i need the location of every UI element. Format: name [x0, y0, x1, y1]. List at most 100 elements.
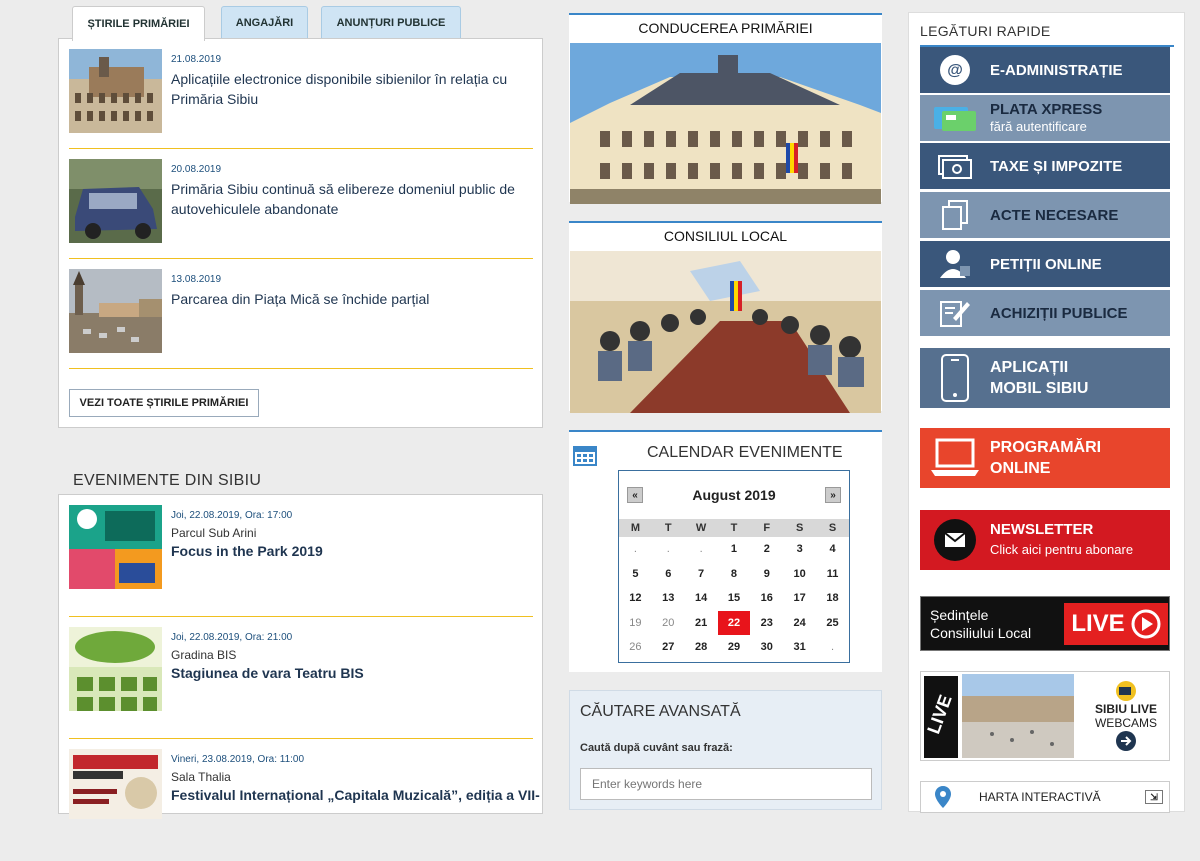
calendar-day[interactable]: 5 — [619, 562, 652, 587]
calendar-day[interactable]: 7 — [685, 562, 718, 587]
calendar-day[interactable]: 23 — [750, 611, 783, 636]
all-news-button[interactable]: VEZI TOATE ȘTIRILE PRIMĂRIEI — [69, 389, 259, 417]
news-box: 21.08.2019 Aplicațiile electronice dispo… — [58, 38, 543, 428]
play-icon — [1131, 609, 1161, 638]
quick-link-achizitii[interactable]: ACHIZIȚII PUBLICE — [920, 290, 1170, 336]
calendar-day[interactable]: 29 — [718, 635, 751, 660]
calendar-day[interactable]: 12 — [619, 586, 652, 611]
search-label: Caută după cuvânt sau frază: — [580, 742, 733, 754]
news-thumbnail[interactable] — [69, 269, 162, 353]
calendar-widget: « August 2019 » MTWTFSS ... 1 2 3 4 5 6 7 8 9 10 11… — [618, 470, 850, 663]
tab-anunturi-publice[interactable]: ANUNȚURI PUBLICE — [321, 6, 461, 39]
programari-online-link[interactable]: PROGRAMĂRI ONLINE — [920, 428, 1170, 488]
tab-stirile-primariei[interactable]: ȘTIRILE PRIMĂRIEI — [72, 6, 205, 41]
events-heading: EVENIMENTE DIN SIBIU — [73, 472, 262, 489]
news-title[interactable]: Aplicațiile electronice disponibile sibi… — [171, 69, 531, 109]
quick-link-label: PLATA XPRESS — [990, 101, 1103, 118]
event-title[interactable]: Focus in the Park 2019 — [171, 543, 323, 559]
quick-link-taxe[interactable]: TAXE ȘI IMPOZITE — [920, 143, 1170, 189]
calendar-day[interactable]: 14 — [685, 586, 718, 611]
council-meeting-image[interactable] — [570, 251, 881, 413]
news-title[interactable]: Primăria Sibiu continuă să elibereze dom… — [171, 179, 531, 219]
event-title[interactable]: Stagiunea de vara Teatru BIS — [171, 665, 364, 681]
laptop-icon — [920, 438, 990, 478]
interactive-map-link[interactable]: HARTA INTERACTIVĂ ⇲ — [920, 781, 1170, 813]
news-title[interactable]: Parcarea din Piața Mică se închide parți… — [171, 289, 531, 309]
quick-link-plata-xpress[interactable]: PLATA XPRESS fără autentificare — [920, 95, 1170, 141]
calendar-day[interactable]: 9 — [750, 562, 783, 587]
event-thumbnail[interactable] — [69, 749, 162, 833]
news-date: 20.08.2019 — [171, 164, 222, 175]
news-date: 13.08.2019 — [171, 274, 222, 285]
webcam-icon — [1116, 681, 1136, 701]
calendar-day[interactable]: 30 — [750, 635, 783, 660]
quick-link-label: ACTE NECESARE — [990, 206, 1119, 224]
quick-links-panel: LEGĂTURI RAPIDE @ E-ADMINISTRAȚIE PLATA … — [908, 12, 1185, 813]
calendar-day[interactable]: 28 — [685, 635, 718, 660]
calendar-day[interactable]: 17 — [783, 586, 816, 611]
calendar-day[interactable]: 13 — [652, 586, 685, 611]
calendar-day[interactable]: 2 — [750, 537, 783, 562]
event-item[interactable]: Vineri, 23.08.2019, Ora: 11:00 Sala Thal… — [69, 739, 540, 861]
mobile-apps-link[interactable]: APLICAȚII MOBIL SIBIU — [920, 348, 1170, 408]
calendar-icon — [573, 446, 597, 466]
news-item[interactable]: 20.08.2019 Primăria Sibiu continuă să el… — [69, 149, 533, 259]
live-logo: LIVE — [924, 676, 958, 758]
news-item[interactable]: 13.08.2019 Parcarea din Piața Mică se în… — [69, 259, 533, 369]
city-hall-image[interactable] — [570, 43, 881, 204]
calendar-day[interactable]: 31 — [783, 635, 816, 660]
calendar-day[interactable]: 18 — [816, 586, 849, 611]
documents-icon — [920, 199, 990, 231]
calendar-day: . — [699, 543, 703, 556]
calendar-day[interactable]: 26 — [619, 635, 652, 660]
calendar-day[interactable]: 8 — [718, 562, 751, 587]
calendar-day[interactable]: 24 — [783, 611, 816, 636]
news-thumbnail[interactable] — [69, 159, 162, 243]
calendar-day[interactable]: 27 — [652, 635, 685, 660]
webcams-line1: SIBIU LIVE — [1094, 702, 1157, 716]
calendar-day[interactable]: 19 — [619, 611, 652, 636]
quick-link-petitii[interactable]: PETIȚII ONLINE — [920, 241, 1170, 287]
calendar-day[interactable]: 21 — [685, 611, 718, 636]
calendar-prev-button[interactable]: « — [627, 487, 643, 503]
calendar-day: . — [666, 543, 670, 556]
user-icon — [920, 248, 990, 280]
tab-angajari[interactable]: ANGAJĂRI — [221, 6, 308, 39]
quick-link-acte[interactable]: ACTE NECESARE — [920, 192, 1170, 238]
calendar-day[interactable]: 10 — [783, 562, 816, 587]
newsletter-link[interactable]: NEWSLETTER Click aici pentru abonare — [920, 510, 1170, 570]
programari-line1: PROGRAMĂRI — [990, 439, 1102, 456]
calendar-day[interactable]: 15 — [718, 586, 751, 611]
news-item[interactable]: 21.08.2019 Aplicațiile electronice dispo… — [69, 39, 533, 149]
council-live-link[interactable]: Ședințele Consiliului Local LIVE — [920, 596, 1170, 651]
leadership-heading[interactable]: CONDUCEREA PRIMĂRIEI — [569, 15, 882, 41]
calendar-day[interactable]: 16 — [750, 586, 783, 611]
news-thumbnail[interactable] — [69, 49, 162, 133]
calendar-day[interactable]: 25 — [816, 611, 849, 636]
quick-link-label: ACHIZIȚII PUBLICE — [990, 304, 1128, 322]
event-title[interactable]: Festivalul Internațional „Capitala Muzic… — [171, 787, 540, 803]
event-thumbnail[interactable] — [69, 627, 162, 711]
live-badge: LIVE — [1064, 602, 1168, 645]
quick-link-e-administratie[interactable]: @ E-ADMINISTRAȚIE — [920, 47, 1170, 93]
event-place: Parcul Sub Arini — [171, 526, 257, 540]
calendar-next-button[interactable]: » — [825, 487, 841, 503]
calendar-day[interactable]: 20 — [652, 611, 685, 636]
calendar-day[interactable]: 4 — [816, 537, 849, 562]
event-place: Gradina BIS — [171, 648, 237, 662]
calendar-day[interactable]: 11 — [816, 562, 849, 587]
calendar-today[interactable]: 22 — [717, 610, 751, 635]
calendar-day[interactable]: 3 — [783, 537, 816, 562]
calendar-day[interactable]: 1 — [718, 537, 751, 562]
calendar-day[interactable]: 6 — [652, 562, 685, 587]
calendar-weekday: W — [684, 519, 718, 537]
search-input[interactable] — [580, 768, 872, 800]
event-item[interactable]: Joi, 22.08.2019, Ora: 17:00 Parcul Sub A… — [69, 495, 533, 617]
council-heading[interactable]: CONSILIUL LOCAL — [569, 223, 882, 249]
event-item[interactable]: Joi, 22.08.2019, Ora: 21:00 Gradina BIS … — [69, 617, 533, 739]
quick-link-label: TAXE ȘI IMPOZITE — [990, 157, 1123, 175]
webcams-link[interactable]: LIVE SIBIU LIVE WEBCAMS — [920, 671, 1170, 761]
event-thumbnail[interactable] — [69, 505, 162, 589]
external-link-icon: ⇲ — [1145, 790, 1163, 804]
calendar-section: CALENDAR EVENIMENTE « August 2019 » MTWT… — [569, 430, 882, 672]
